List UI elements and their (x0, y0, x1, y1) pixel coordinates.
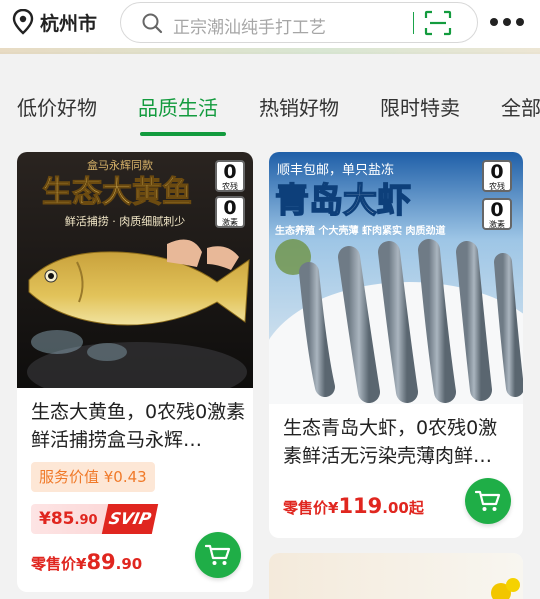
location-selector[interactable]: 杭州市 (12, 9, 97, 35)
zero-hormone-badge: 0 激素 (482, 198, 512, 230)
add-to-cart-button[interactable] (465, 478, 511, 524)
retail-price: 零售价¥89.90 (31, 550, 143, 574)
zero-pesticide-badge: 0 农残 (215, 160, 245, 192)
product-card[interactable]: 顺丰包邮，单只盐冻 青岛大虾 生态养殖 个大壳薄 虾肉紧实 肉质劲道 0 农残 … (269, 152, 523, 538)
tab-flash-sale[interactable]: 限时特卖 (380, 92, 460, 121)
add-to-cart-button[interactable] (195, 532, 241, 578)
product-title[interactable]: 生态青岛大虾，0农残0激素鲜活无污染壳薄肉鲜… (283, 414, 513, 470)
image-tags: 生态养殖 个大壳薄 虾肉紧实 肉质劲道 (275, 224, 445, 237)
tab-quality-life[interactable]: 品质生活 (138, 92, 218, 121)
image-title: 青岛大虾 (275, 181, 411, 221)
image-title: 生态大黄鱼 (42, 175, 192, 210)
tab-hot-sale[interactable]: 热销好物 (259, 92, 339, 121)
city-label: 杭州市 (40, 12, 98, 35)
location-pin-icon (12, 9, 34, 35)
search-divider (413, 12, 414, 34)
search-bar[interactable]: 正宗潮汕纯手打工艺 (120, 2, 478, 43)
zero-hormone-badge: 0 激素 (215, 196, 245, 228)
tab-all[interactable]: 全部 (501, 92, 540, 121)
product-card[interactable] (269, 553, 523, 599)
category-tabs: 低价好物 品质生活 热销好物 限时特卖 全部 (0, 54, 540, 144)
svip-price-yuan: ¥85 (39, 509, 75, 529)
service-value-tag: 服务价值 ¥0.43 (31, 462, 155, 492)
dot (490, 18, 498, 26)
tab-low-price[interactable]: 低价好物 (17, 92, 97, 121)
product-title[interactable]: 生态大黄鱼，0农残0激素鲜活捕捞盒马永辉… (31, 398, 253, 454)
top-bar: 杭州市 正宗潮汕纯手打工艺 (0, 0, 540, 52)
search-icon (142, 13, 163, 34)
scan-icon[interactable] (424, 10, 452, 36)
image-top-text: 盒马永辉同款 (87, 158, 153, 172)
product-card[interactable]: 盒马永辉同款 生态大黄鱼 鲜活捕捞 · 肉质细腻刺少 0 农残 0 激素 生态大… (17, 152, 253, 592)
more-dots-icon[interactable] (490, 14, 524, 30)
retail-price: 零售价¥119.00起 (283, 494, 424, 518)
active-tab-indicator (140, 132, 226, 136)
dot (516, 18, 524, 26)
svip-price-fen: .90 (74, 513, 98, 528)
dot (503, 18, 511, 26)
product-image[interactable] (269, 553, 523, 599)
image-top-text: 顺丰包邮，单只盐冻 (277, 162, 394, 178)
zero-pesticide-badge: 0 农残 (482, 160, 512, 192)
cart-icon (475, 490, 501, 511)
image-subtext: 鲜活捕捞 · 肉质细腻刺少 (65, 214, 186, 228)
search-input[interactable]: 正宗潮汕纯手打工艺 (173, 13, 326, 38)
cart-icon (205, 544, 231, 565)
svip-badge: SVIP (101, 504, 159, 534)
